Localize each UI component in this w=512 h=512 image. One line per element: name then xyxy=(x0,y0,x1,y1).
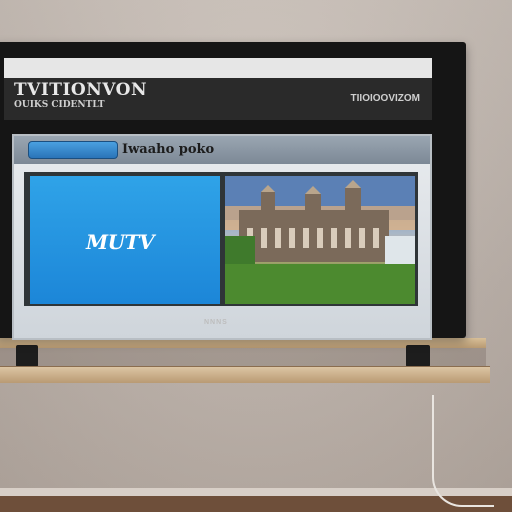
top-bar xyxy=(4,58,432,78)
brand-subtitle: OUIKS CIDENTLT xyxy=(14,100,105,110)
floor xyxy=(0,496,512,512)
shelf-front xyxy=(0,366,490,383)
panel-title: Iwaaho poko xyxy=(122,142,215,157)
photo-tile[interactable] xyxy=(225,176,415,304)
building-photo xyxy=(225,176,415,304)
tv-foot-left xyxy=(16,345,38,367)
header-right-text: TIIOIOOVIZOM xyxy=(350,93,420,104)
panel-toolbar: Iwaaho poko xyxy=(14,136,430,164)
power-cable xyxy=(432,395,494,507)
tv-foot-right xyxy=(406,345,430,367)
blue-tile-logo: MUTV xyxy=(86,230,154,254)
content-panel: Iwaaho poko MUTV xyxy=(12,134,432,340)
screen-area: MUTV xyxy=(24,172,418,306)
panel-button[interactable] xyxy=(28,141,118,159)
tv-brand-badge: NNNS xyxy=(204,319,228,326)
tv-frame: TVITIONVON OUIKS CIDENTLT TIIOIOOVIZOM I… xyxy=(0,42,466,340)
blue-tile[interactable]: MUTV xyxy=(30,176,220,304)
brand-title: TVITIONVON xyxy=(14,80,147,100)
app-header: TVITIONVON OUIKS CIDENTLT TIIOIOOVIZOM xyxy=(4,78,432,120)
